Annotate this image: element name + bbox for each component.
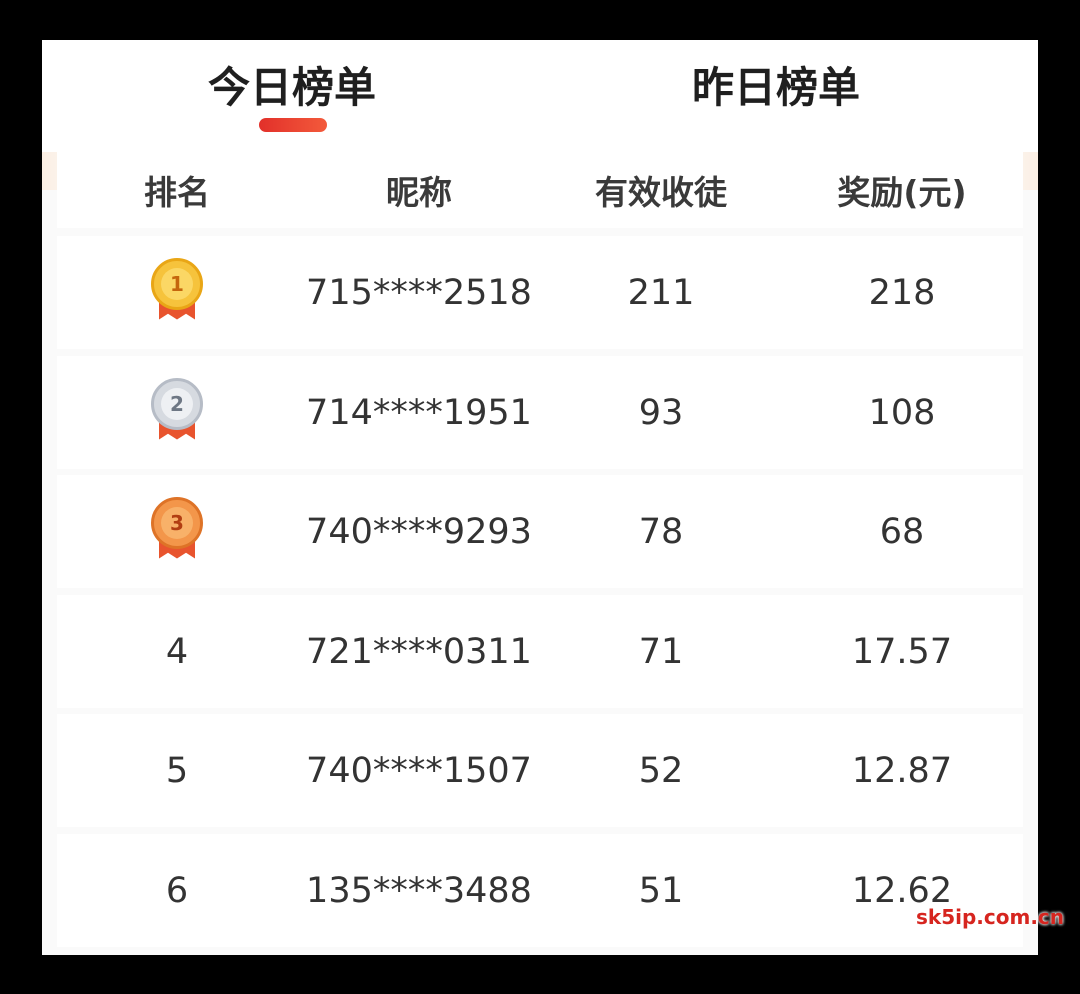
table-header: 排名 昵称 有效收徒 奖励(元) (57, 152, 1023, 228)
bronze-medal-icon: 3 (147, 496, 207, 567)
valid-invites-cell: 71 (638, 631, 684, 672)
watermark-text: sk5ip.com.cn (916, 905, 1065, 929)
reward-cell: 68 (879, 511, 925, 552)
table-row: 4 721****0311 71 17.57 (57, 595, 1023, 708)
reward-cell: 17.57 (851, 631, 953, 672)
tab-today[interactable]: 今日榜单 (208, 54, 376, 115)
medal-rank-number: 3 (161, 506, 193, 539)
leaderboard-panel: 今日榜单 昨日榜单 排名 昵称 有效收徒 奖励(元) 1 715****2518… (42, 40, 1038, 955)
nickname-cell: 715****2518 (306, 272, 532, 313)
rank-cell: 3 (77, 475, 277, 588)
rank-cell: 4 (165, 631, 189, 672)
table-row: 2 714****1951 93 108 (57, 356, 1023, 469)
nickname-cell: 714****1951 (306, 392, 532, 433)
active-tab-indicator (259, 118, 327, 132)
reward-cell: 218 (868, 272, 936, 313)
header-nickname: 昵称 (386, 173, 452, 212)
silver-medal-icon: 2 (147, 377, 207, 448)
valid-invites-cell: 78 (638, 511, 684, 552)
table-row: 5 740****1507 52 12.87 (57, 714, 1023, 827)
leaderboard-tabs: 今日榜单 昨日榜单 (42, 40, 1038, 152)
rank-cell: 2 (77, 356, 277, 469)
rank-cell: 5 (165, 750, 189, 791)
header-rank: 排名 (144, 173, 210, 212)
rank-cell: 1 (77, 236, 277, 349)
header-valid-invites: 有效收徒 (595, 173, 727, 212)
tab-yesterday[interactable]: 昨日榜单 (692, 54, 860, 115)
medal-rank-number: 2 (161, 387, 193, 420)
valid-invites-cell: 51 (638, 870, 684, 911)
valid-invites-cell: 52 (638, 750, 684, 791)
rank-cell: 6 (165, 870, 189, 911)
nickname-cell: 135****3488 (306, 870, 532, 911)
nickname-cell: 740****1507 (306, 750, 532, 791)
header-reward: 奖励(元) (837, 173, 967, 212)
nickname-cell: 721****0311 (306, 631, 532, 672)
valid-invites-cell: 211 (627, 272, 695, 313)
table-row: 1 715****2518 211 218 (57, 236, 1023, 349)
reward-cell: 12.87 (851, 750, 953, 791)
gold-medal-icon: 1 (147, 257, 207, 328)
table-row: 3 740****9293 78 68 (57, 475, 1023, 588)
reward-cell: 108 (868, 392, 936, 433)
table-row: 6 135****3488 51 12.62 (57, 834, 1023, 947)
reward-cell: 12.62 (851, 870, 953, 911)
medal-rank-number: 1 (161, 267, 193, 300)
valid-invites-cell: 93 (638, 392, 684, 433)
nickname-cell: 740****9293 (306, 511, 532, 552)
